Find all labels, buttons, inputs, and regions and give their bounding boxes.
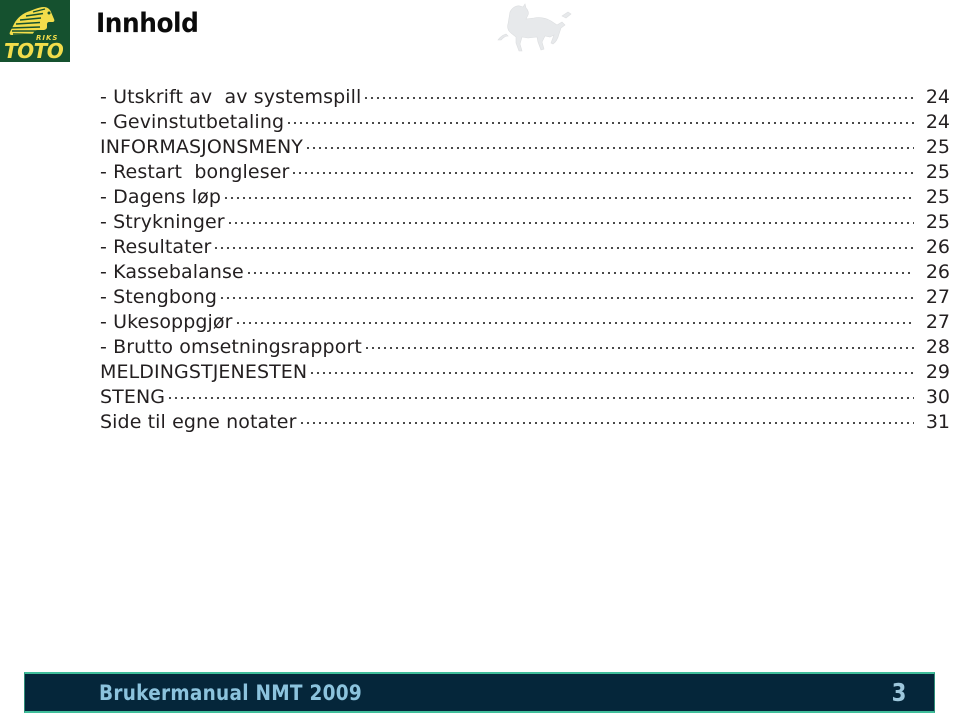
toc-entry-page: 31: [925, 411, 950, 433]
toc-entry[interactable]: - Restart bongleser 25: [0, 159, 960, 184]
toc-dot-leader: [300, 409, 915, 428]
toc-entry-page: 24: [925, 86, 950, 108]
toc-dot-leader: [221, 284, 914, 303]
toc-entry-page: 29: [925, 361, 950, 383]
toc-entry-label: - Kassebalanse: [100, 261, 244, 283]
toc-dot-leader: [311, 359, 914, 378]
toc-entry[interactable]: MELDINGSTJENESTEN 29: [0, 359, 960, 384]
toc-entry-page: 27: [925, 286, 950, 308]
toc-entry-page: 28: [925, 336, 950, 358]
toc-entry[interactable]: - Strykninger 25: [0, 209, 960, 234]
toc-dot-leader: [225, 184, 914, 203]
toc-entry[interactable]: - Kassebalanse 26: [0, 259, 960, 284]
toc-entry-page: 30: [925, 386, 950, 408]
toc-entry[interactable]: - Dagens løp 25: [0, 184, 960, 209]
toc-entry-label: - Restart bongleser: [100, 161, 290, 183]
toc-dot-leader: [215, 234, 914, 253]
toc-entry-page: 26: [925, 261, 950, 283]
toc-dot-leader: [365, 334, 915, 353]
toc-dot-leader: [307, 134, 914, 153]
toc-dot-leader: [288, 109, 914, 128]
toc-entry-label: MELDINGSTJENESTEN: [100, 361, 308, 383]
toc-entry-page: 25: [925, 136, 950, 158]
toc-entry-page: 26: [925, 236, 950, 258]
document-page: RIKS TOTO Innhold - Utskrift av av syste…: [0, 0, 960, 722]
svg-text:TOTO: TOTO: [4, 39, 64, 62]
footer-manual-title: Brukermanual NMT 2009: [99, 680, 362, 705]
toc-entry[interactable]: STENG 30: [0, 384, 960, 409]
toc-entry-label: - Utskrift av av systemspill: [100, 86, 362, 108]
toc-entry-label: - Brutto omsetningsrapport: [100, 336, 362, 358]
toc-entry-label: - Stengbong: [100, 286, 218, 308]
toc-entry[interactable]: - Utskrift av av systemspill 24: [0, 84, 960, 109]
toc-entry-label: STENG: [100, 386, 166, 408]
toc-entry[interactable]: - Ukesoppgjør 27: [0, 309, 960, 334]
footer-page-number: 3: [891, 678, 906, 707]
toc-dot-leader: [228, 209, 915, 228]
toc-entry[interactable]: - Gevinstutbetaling 24: [0, 109, 960, 134]
toc-entry[interactable]: INFORMASJONSMENY 25: [0, 134, 960, 159]
toc-entry[interactable]: - Stengbong 27: [0, 284, 960, 309]
toc-entry-label: - Ukesoppgjør: [100, 311, 233, 333]
toc-entry-page: 25: [925, 211, 950, 233]
toc-entry-label: - Strykninger: [100, 211, 225, 233]
toc-dot-leader: [293, 159, 914, 178]
toc-entry-page: 25: [925, 161, 950, 183]
toc-entry-label: - Gevinstutbetaling: [100, 111, 285, 133]
toc-entry[interactable]: - Brutto omsetningsrapport 28: [0, 334, 960, 359]
toc-entry-label: INFORMASJONSMENY: [100, 136, 304, 158]
toc-dot-leader: [169, 384, 914, 403]
galloping-horse-watermark: [492, 2, 584, 52]
table-of-contents: - Utskrift av av systemspill 24 - Gevins…: [0, 84, 960, 434]
page-header: RIKS TOTO Innhold: [0, 0, 960, 70]
toc-entry[interactable]: - Resultater 26: [0, 234, 960, 259]
toc-entry-label: - Resultater: [100, 236, 212, 258]
toc-entry-page: 24: [925, 111, 950, 133]
toc-dot-leader: [236, 309, 915, 328]
toc-dot-leader: [365, 84, 914, 103]
rikstoto-logo: RIKS TOTO: [0, 0, 70, 62]
toc-entry-label: Side til egne notater: [100, 411, 297, 433]
page-title: Innhold: [96, 8, 199, 39]
toc-entry-page: 27: [925, 311, 950, 333]
page-footer: Brukermanual NMT 2009 3: [24, 672, 935, 713]
toc-entry[interactable]: Side til egne notater 31: [0, 409, 960, 434]
toc-entry-page: 25: [925, 186, 950, 208]
toc-entry-label: - Dagens løp: [100, 186, 222, 208]
toc-dot-leader: [247, 259, 915, 278]
